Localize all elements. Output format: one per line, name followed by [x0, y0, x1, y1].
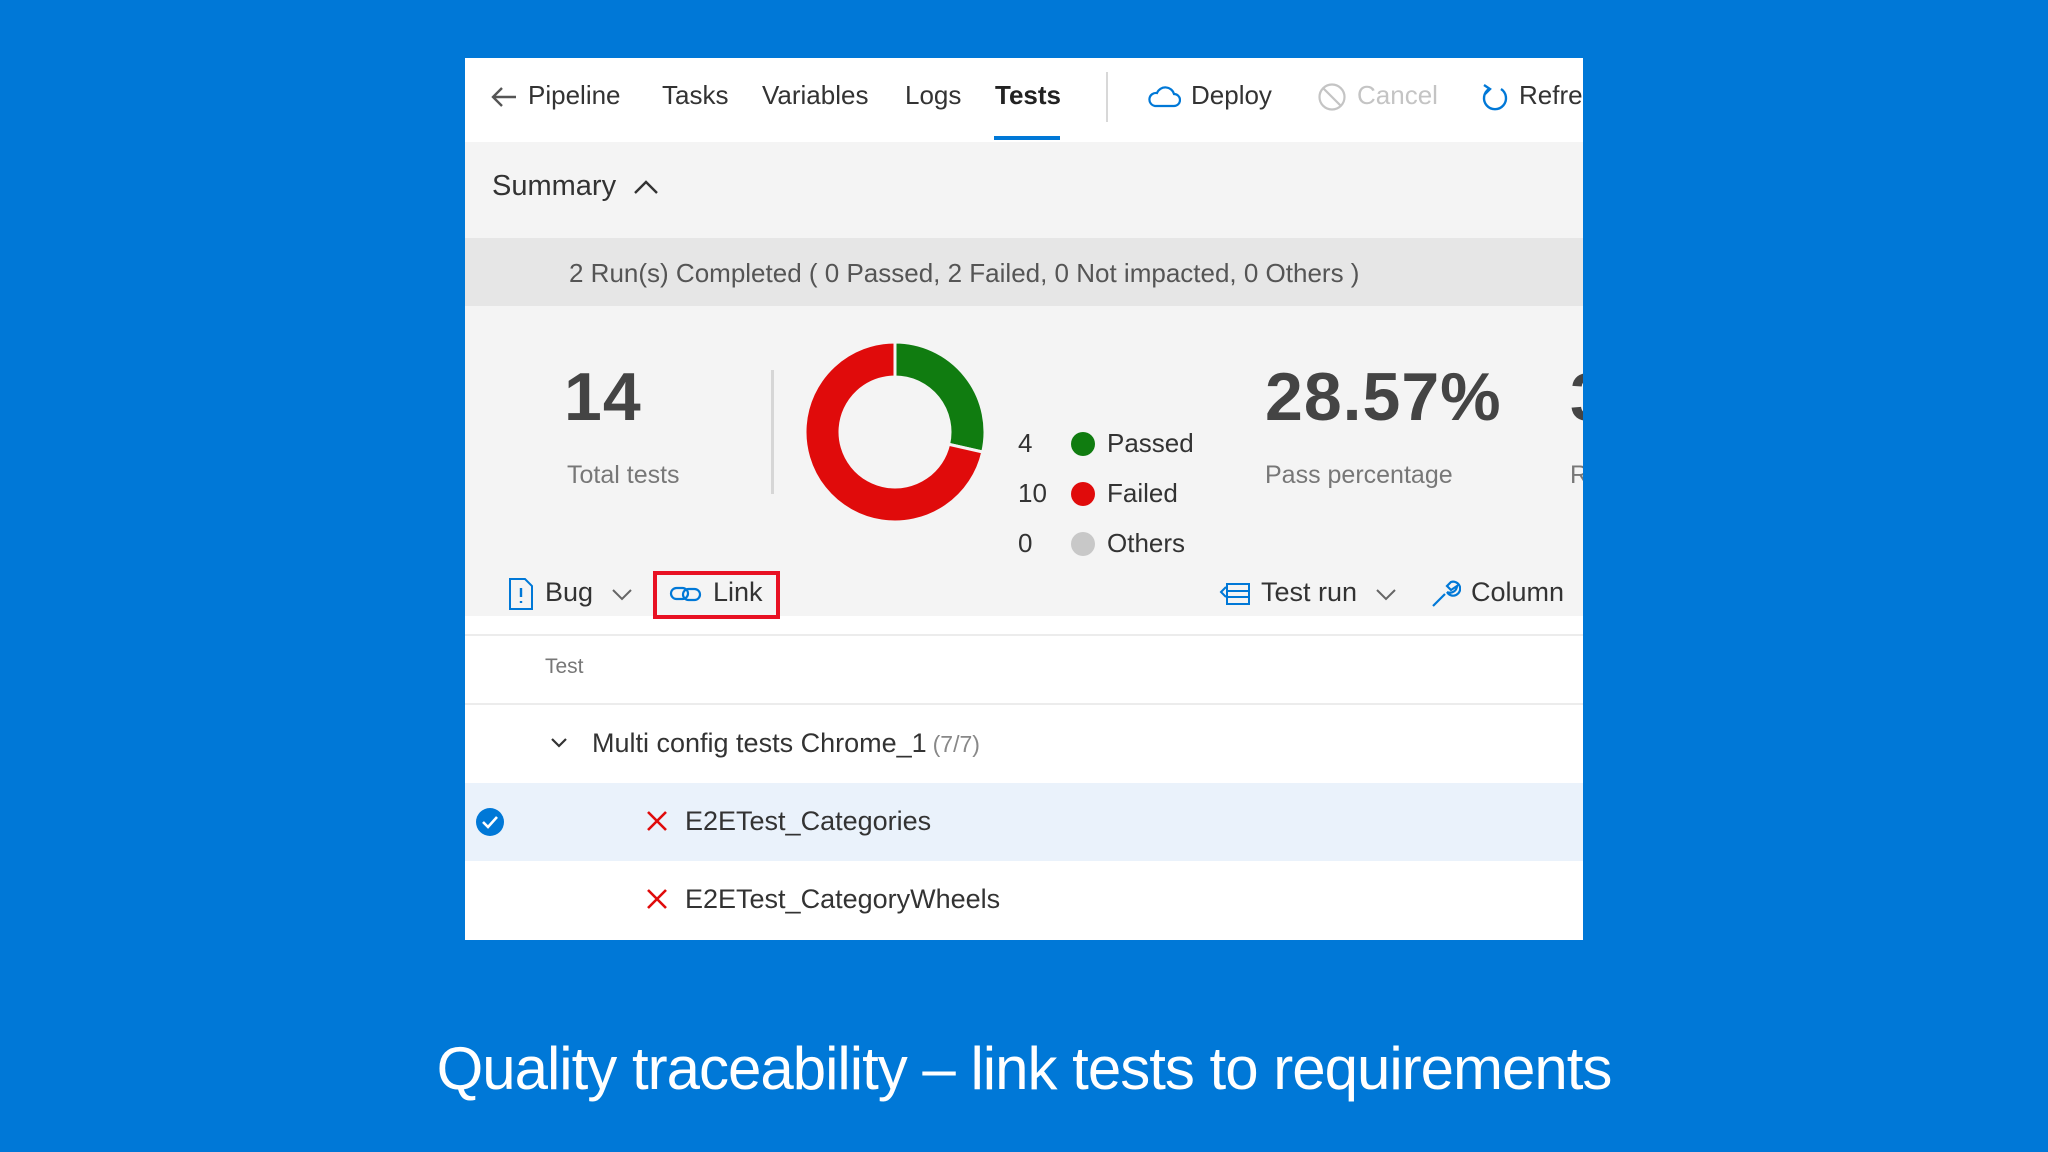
wrench-icon — [1432, 580, 1461, 607]
checkmark-circle-icon[interactable] — [475, 807, 505, 837]
cancel-label: Cancel — [1357, 80, 1438, 110]
tab-tests[interactable]: Tests — [995, 80, 1061, 111]
group-count: (7/7) — [932, 731, 980, 757]
table-row[interactable]: E2ETest_CategoryWheels — [465, 861, 1583, 939]
group-label-wrap: Multi config tests Chrome_1 (7/7) — [592, 728, 980, 759]
runs-summary-text: 2 Run(s) Completed ( 0 Passed, 2 Failed,… — [569, 258, 1360, 288]
chevron-up-icon — [634, 180, 658, 195]
refresh-icon — [1482, 84, 1508, 111]
donut-slice-passed — [893, 340, 987, 454]
next-metric-label: R — [1570, 461, 1583, 489]
legend-count: 0 — [1018, 528, 1033, 558]
nav-tasks[interactable]: Tasks — [662, 80, 728, 111]
summary-toggle[interactable]: Summary — [492, 170, 660, 203]
summary-divider — [771, 370, 774, 494]
legend-dot — [1071, 532, 1095, 556]
chevron-down-icon — [611, 589, 632, 601]
cloud-icon — [1148, 86, 1181, 108]
group-label: Multi config tests Chrome_1 — [592, 728, 927, 758]
chevron-down-icon[interactable] — [550, 736, 568, 750]
top-nav: Pipeline Tasks Variables Logs Tests Depl… — [465, 58, 1583, 142]
test-name: E2ETest_CategoryWheels — [685, 884, 1001, 914]
group-row[interactable]: Multi config tests Chrome_1 (7/7) — [465, 705, 1583, 783]
active-tab-indicator — [994, 136, 1060, 140]
legend-label: Others — [1107, 528, 1186, 558]
summary-heading: Summary — [492, 170, 617, 202]
legend-dot — [1071, 482, 1095, 506]
legend-dot — [1071, 432, 1095, 456]
refresh-button[interactable]: Refre — [1481, 80, 1583, 112]
failed-x-icon — [647, 811, 667, 831]
nav-pipeline[interactable]: Pipeline — [490, 80, 621, 111]
total-tests-value: 14 — [564, 359, 642, 435]
test-name: E2ETest_Categories — [685, 806, 932, 836]
test-run-icon — [1219, 582, 1250, 605]
deploy-button[interactable]: Deploy — [1147, 80, 1272, 111]
tests-panel: Pipeline Tasks Variables Logs Tests Depl… — [465, 58, 1583, 940]
link-button-content: Link — [669, 577, 763, 608]
bug-label: Bug — [545, 577, 594, 608]
test-run-dropdown[interactable]: Test run — [1219, 577, 1397, 608]
column-header-test[interactable]: Test — [545, 655, 584, 679]
refresh-label: Refre — [1519, 80, 1583, 110]
back-arrow-icon — [491, 87, 516, 107]
column-label: Column — [1471, 577, 1565, 607]
toolbar-divider — [465, 634, 1583, 636]
nav-pipeline-label: Pipeline — [528, 80, 621, 110]
pass-percentage-label: Pass percentage — [1265, 461, 1453, 489]
cancel-icon — [1318, 83, 1346, 111]
failed-x-icon — [647, 889, 667, 909]
link-label: Link — [713, 577, 763, 607]
link-icon — [669, 586, 702, 601]
total-tests-label: Total tests — [567, 461, 680, 489]
test-outcome-donut-chart — [803, 340, 987, 524]
next-metric-value: 3 — [1570, 358, 1583, 436]
legend-count: 10 — [1018, 478, 1047, 508]
column-options-button[interactable]: Column — [1429, 577, 1564, 610]
bug-dropdown[interactable]: Bug — [507, 577, 633, 611]
pass-percentage-value: 28.57% — [1265, 359, 1502, 435]
legend-label: Passed — [1107, 428, 1194, 458]
deploy-label: Deploy — [1191, 80, 1272, 110]
cancel-button[interactable]: Cancel — [1317, 80, 1438, 112]
nav-divider — [1106, 72, 1108, 122]
test-run-label: Test run — [1261, 577, 1358, 607]
nav-logs[interactable]: Logs — [905, 80, 961, 111]
legend-count: 4 — [1018, 428, 1033, 458]
nav-variables[interactable]: Variables — [762, 80, 868, 111]
chevron-down-icon — [1375, 589, 1396, 601]
slide-caption: Quality traceability – link tests to req… — [436, 1035, 1613, 1102]
legend-label: Failed — [1107, 478, 1178, 508]
table-row[interactable]: E2ETest_Categories — [465, 783, 1583, 861]
bug-report-icon — [509, 578, 533, 610]
